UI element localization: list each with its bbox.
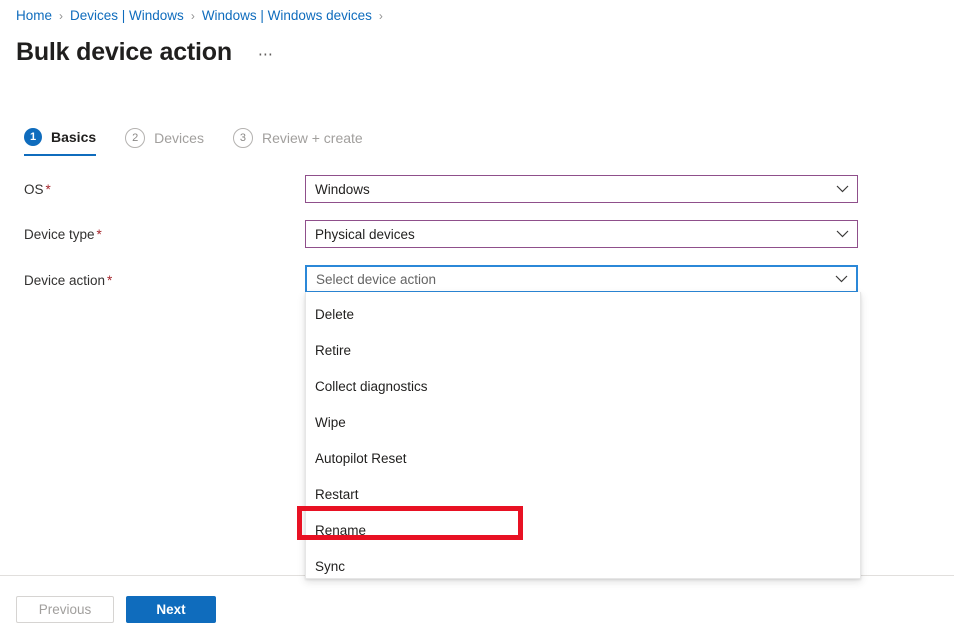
chevron-down-icon bbox=[826, 275, 856, 283]
label-os-text: OS bbox=[24, 182, 44, 197]
tab-step-number-3: 3 bbox=[232, 128, 253, 148]
device-type-dropdown-value: Physical devices bbox=[315, 226, 415, 242]
dropdown-option-autopilot-reset[interactable]: Autopilot Reset bbox=[306, 440, 860, 476]
tab-label-review-create: Review + create bbox=[261, 130, 363, 146]
tab-review-create[interactable]: 3 Review + create bbox=[232, 128, 363, 158]
label-device-type-text: Device type bbox=[24, 227, 95, 242]
tab-step-number-1: 1 bbox=[24, 128, 42, 146]
dropdown-option-restart[interactable]: Restart bbox=[306, 476, 860, 512]
label-device-action: Device action * bbox=[24, 272, 112, 290]
label-device-action-text: Device action bbox=[24, 273, 106, 288]
breadcrumb-item-windows-devices[interactable]: Windows | Windows devices bbox=[202, 7, 372, 25]
device-action-dropdown-list: Delete Retire Collect diagnostics Wipe A… bbox=[305, 292, 861, 579]
dropdown-option-retire[interactable]: Retire bbox=[306, 332, 860, 368]
breadcrumb-separator-icon: › bbox=[59, 9, 64, 23]
page-title: Bulk device action bbox=[16, 38, 232, 66]
breadcrumb-item-home[interactable]: Home bbox=[16, 7, 52, 25]
device-action-dropdown[interactable]: Select device action bbox=[305, 265, 858, 293]
tab-label-devices: Devices bbox=[154, 130, 204, 146]
chevron-down-icon bbox=[827, 230, 857, 238]
chevron-down-icon bbox=[827, 185, 857, 193]
os-dropdown-value: Windows bbox=[315, 181, 370, 197]
dropdown-option-delete[interactable]: Delete bbox=[306, 296, 860, 332]
dropdown-option-sync[interactable]: Sync bbox=[306, 548, 860, 584]
tab-label-basics: Basics bbox=[51, 129, 97, 145]
breadcrumb-separator-icon: › bbox=[190, 9, 195, 23]
breadcrumb: Home › Devices | Windows › Windows | Win… bbox=[16, 7, 390, 25]
page-title-row: Bulk device action ⋯ bbox=[16, 36, 278, 68]
required-marker: * bbox=[45, 182, 51, 197]
tab-devices[interactable]: 2 Devices bbox=[125, 128, 204, 158]
next-button[interactable]: Next bbox=[126, 596, 216, 623]
required-marker: * bbox=[96, 227, 102, 242]
more-options-icon[interactable]: ⋯ bbox=[254, 46, 279, 64]
device-type-dropdown[interactable]: Physical devices bbox=[305, 220, 858, 248]
tab-basics[interactable]: 1 Basics bbox=[24, 128, 97, 156]
required-marker: * bbox=[107, 273, 113, 288]
os-dropdown[interactable]: Windows bbox=[305, 175, 858, 203]
wizard-footer: Previous Next bbox=[16, 596, 216, 623]
device-action-dropdown-value: Select device action bbox=[316, 271, 437, 287]
wizard-tabs: 1 Basics 2 Devices 3 Review + create bbox=[24, 128, 392, 158]
label-device-type: Device type * bbox=[24, 226, 102, 244]
dropdown-option-rename[interactable]: Rename bbox=[306, 512, 860, 548]
previous-button[interactable]: Previous bbox=[16, 596, 114, 623]
dropdown-option-wipe[interactable]: Wipe bbox=[306, 404, 860, 440]
label-os: OS * bbox=[24, 181, 51, 199]
dropdown-option-collect-diagnostics[interactable]: Collect diagnostics bbox=[306, 368, 860, 404]
tab-step-number-2: 2 bbox=[125, 128, 146, 148]
breadcrumb-item-devices-windows[interactable]: Devices | Windows bbox=[70, 7, 184, 25]
breadcrumb-separator-icon: › bbox=[378, 9, 383, 23]
